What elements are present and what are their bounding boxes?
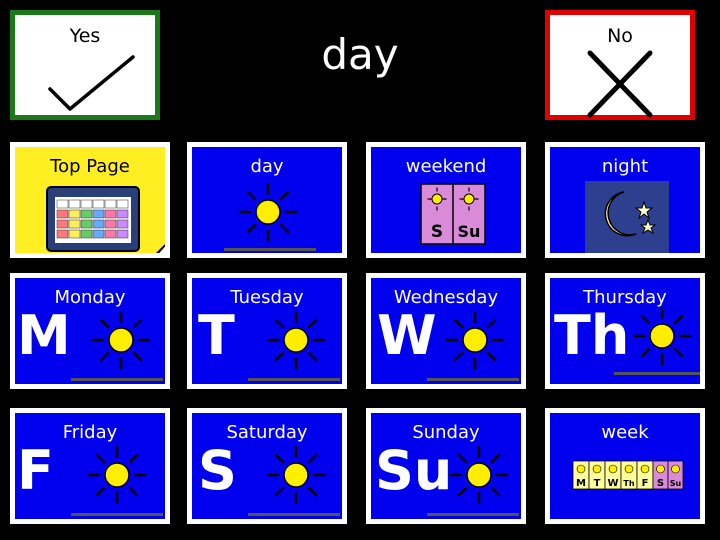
top-page-button[interactable]: Top Page — [10, 142, 170, 258]
week-icon-letter: Th — [623, 479, 634, 488]
night-label: night — [601, 156, 649, 177]
weekend-calendar-icon: S Su — [420, 183, 486, 245]
horizon-line — [71, 378, 163, 381]
friday-button[interactable]: Friday F — [10, 408, 170, 524]
thursday-button[interactable]: Thursday Th — [545, 273, 705, 389]
horizon-line — [71, 513, 163, 516]
horizon-line — [427, 513, 519, 516]
page-title: day — [321, 30, 399, 79]
no-button[interactable]: No — [545, 10, 695, 120]
saturday-letter: S — [198, 439, 237, 502]
sun-icon — [449, 445, 509, 505]
top-page-label: Top Page — [50, 156, 130, 177]
weekend-button[interactable]: weekend S Su — [366, 142, 526, 258]
sun-icon — [266, 445, 326, 505]
horizon-line — [614, 372, 700, 375]
tuesday-letter: T — [198, 304, 235, 367]
week-icon-letter: M — [576, 478, 586, 489]
thursday-letter: Th — [554, 304, 630, 367]
sun-icon — [632, 306, 692, 366]
sun-icon — [445, 310, 505, 370]
week-icon-letter: F — [642, 478, 649, 489]
cross-icon — [587, 50, 653, 118]
sun-icon — [87, 445, 147, 505]
yes-button[interactable]: Yes — [10, 10, 160, 120]
sunday-button[interactable]: Sunday Su — [366, 408, 526, 524]
week-icon-letter: S — [657, 478, 664, 489]
horizon-line — [427, 378, 519, 381]
sunday-letter: Su — [375, 439, 453, 502]
week-icon-letter: W — [607, 478, 618, 489]
horizon-line — [224, 248, 316, 251]
weekend-sun-letter: Su — [458, 222, 481, 241]
night-button[interactable]: night — [545, 142, 705, 258]
wednesday-letter: W — [377, 304, 437, 367]
sun-icon — [266, 310, 326, 370]
checkmark-icon — [48, 55, 135, 111]
monday-letter: M — [17, 304, 71, 367]
weekend-label: weekend — [405, 156, 487, 177]
week-icon-letter: T — [594, 478, 601, 489]
saturday-button[interactable]: Saturday S — [187, 408, 347, 524]
week-label: week — [601, 422, 649, 443]
moon-stars-icon — [585, 181, 669, 253]
page-corner-curl-icon — [156, 244, 165, 253]
weekend-sat-letter: S — [431, 222, 443, 242]
monday-button[interactable]: Monday M — [10, 273, 170, 389]
sun-icon — [238, 182, 298, 242]
wednesday-button[interactable]: Wednesday W — [366, 273, 526, 389]
day-button[interactable]: day — [187, 142, 347, 258]
day-label: day — [250, 156, 284, 177]
horizon-line — [248, 378, 340, 381]
friday-letter: F — [17, 439, 54, 502]
tuesday-button[interactable]: Tuesday T — [187, 273, 347, 389]
calendar-grid-icon — [46, 186, 140, 252]
horizon-line — [248, 513, 340, 516]
yes-label: Yes — [69, 25, 101, 47]
no-label: No — [607, 25, 633, 47]
week-button[interactable]: week M T W Th F S Su — [545, 408, 705, 524]
week-icon-letter: Su — [670, 479, 682, 488]
sun-icon — [91, 310, 151, 370]
week-calendar-icon: M T W Th F S Su — [572, 460, 684, 490]
